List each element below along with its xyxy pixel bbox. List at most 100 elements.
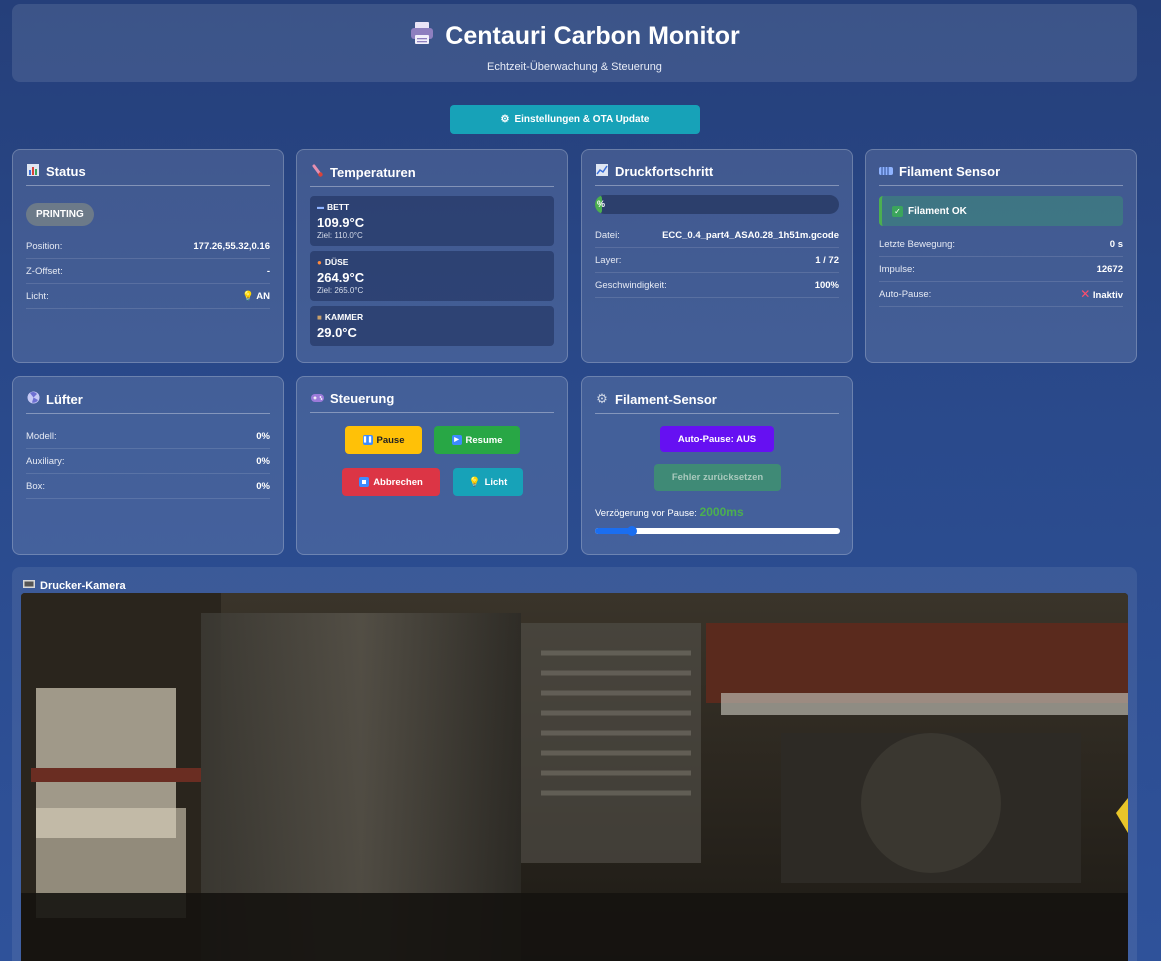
nozzle-temp-target: Ziel: 265.0°C bbox=[317, 286, 364, 295]
resume-label: Resume bbox=[465, 434, 503, 446]
temperatures-title: Temperaturen bbox=[330, 164, 416, 180]
row-label: Box: bbox=[26, 480, 46, 492]
progress-percent: % bbox=[597, 199, 606, 209]
box-fan-value: 0% bbox=[256, 480, 270, 492]
control-heading: Steuerung bbox=[310, 377, 554, 413]
position-value: 177.26,55.32,0.16 bbox=[193, 240, 270, 252]
status-title: Status bbox=[46, 164, 86, 179]
slider-thumb[interactable] bbox=[626, 526, 637, 536]
thermometer-icon bbox=[310, 164, 324, 180]
camera-heading: Drucker-Kamera bbox=[23, 579, 126, 592]
filament-settings-title: Filament-Sensor bbox=[615, 391, 717, 407]
delay-label: Verzögerung vor Pause: bbox=[595, 508, 697, 519]
row-label: Layer: bbox=[595, 254, 622, 266]
filament-row-movement: Letzte Bewegung: 0 s bbox=[879, 232, 1123, 257]
auto-pause-toggle[interactable]: Auto-Pause: AUS bbox=[660, 426, 774, 452]
temp-chamber: ■ KAMMER 29.0°C bbox=[310, 306, 554, 346]
flame-icon: ● bbox=[317, 257, 322, 267]
box-icon: ■ bbox=[317, 312, 322, 322]
temp-nozzle: ● DÜSE 264.9°C Ziel: 265.0°C bbox=[310, 251, 554, 301]
app-title: Centauri Carbon Monitor bbox=[445, 22, 740, 50]
fan-row-model: Modell: 0% bbox=[26, 424, 270, 449]
status-row-position: Position: 177.26,55.32,0.16 bbox=[26, 234, 270, 259]
progress-row-layer: Layer: 1 / 72 bbox=[595, 248, 839, 273]
file-value: ECC_0.4_part4_ASA0.28_1h51m.gcode bbox=[662, 229, 839, 241]
status-badge: PRINTING bbox=[26, 203, 94, 226]
pause-button[interactable]: ❚❚ Pause bbox=[345, 426, 422, 454]
bed-icon: ▬ bbox=[317, 203, 324, 211]
light-state: AN bbox=[256, 290, 270, 302]
pause-label: Pause bbox=[376, 434, 405, 446]
delay-label-row: Verzögerung vor Pause: 2000ms bbox=[595, 505, 744, 519]
filament-sensor-card: Filament Sensor ✓ Filament OK Letzte Bew… bbox=[865, 149, 1137, 363]
app-subtitle: Echtzeit-Überwachung & Steuerung bbox=[487, 61, 662, 73]
filament-sensor-heading: Filament Sensor bbox=[879, 150, 1123, 186]
row-label: Letzte Bewegung: bbox=[879, 238, 956, 250]
fans-heading: Lüfter bbox=[26, 377, 270, 414]
bed-label: BETT bbox=[327, 202, 350, 212]
progress-heading: Druckfortschritt bbox=[595, 150, 839, 186]
row-label: Datei: bbox=[595, 229, 620, 241]
filament-settings-heading: ⚙ Filament-Sensor bbox=[595, 377, 839, 414]
progress-bar: % bbox=[595, 195, 839, 214]
fan-row-auxiliary: Auxiliary: 0% bbox=[26, 449, 270, 474]
light-button[interactable]: 💡 Licht bbox=[453, 468, 523, 496]
delay-value: 2000ms bbox=[699, 505, 744, 519]
temp-bed: ▬ BETT 109.9°C Ziel: 110.0°C bbox=[310, 196, 554, 246]
bed-temp-value: 109.9°C bbox=[317, 215, 365, 230]
control-title: Steuerung bbox=[330, 391, 395, 406]
chart-icon bbox=[595, 164, 609, 179]
auxiliary-fan-value: 0% bbox=[256, 455, 270, 467]
reset-error-button[interactable]: Fehler zurücksetzen bbox=[654, 464, 781, 491]
page-title: Centauri Carbon Monitor bbox=[12, 21, 1137, 52]
fans-title: Lüfter bbox=[46, 391, 83, 407]
filament-status: ✓ Filament OK bbox=[879, 196, 1123, 226]
gear-icon: ⚙ bbox=[500, 114, 510, 125]
autopause-state: Inaktiv bbox=[1092, 290, 1123, 301]
filament-status-text: Filament OK bbox=[908, 205, 967, 217]
nozzle-label: DÜSE bbox=[324, 257, 349, 267]
row-label: Impulse: bbox=[879, 263, 915, 275]
zoffset-value: - bbox=[266, 265, 270, 277]
header: Centauri Carbon Monitor Echtzeit-Überwac… bbox=[12, 4, 1137, 82]
row-label: Z-Offset: bbox=[26, 265, 63, 277]
resume-button[interactable]: ▶ Resume bbox=[434, 426, 520, 454]
row-label: Modell: bbox=[26, 430, 57, 442]
check-icon: ✓ bbox=[892, 205, 903, 217]
gear-icon: ⚙ bbox=[596, 391, 608, 406]
cancel-button[interactable]: Abbrechen bbox=[342, 468, 440, 496]
layer-value: 1 / 72 bbox=[815, 254, 839, 266]
control-card: Steuerung ❚❚ Pause ▶ Resume Abbrechen 💡 … bbox=[296, 376, 568, 555]
filament-icon bbox=[879, 165, 893, 179]
camera-title: Drucker-Kamera bbox=[40, 579, 126, 592]
filament-settings-card: ⚙ Filament-Sensor Auto-Pause: AUS Fehler… bbox=[581, 376, 853, 555]
progress-row-file: Datei: ECC_0.4_part4_ASA0.28_1h51m.gcode bbox=[595, 223, 839, 248]
temperatures-heading: Temperaturen bbox=[310, 150, 554, 187]
settings-ota-button[interactable]: ⚙ Einstellungen & OTA Update bbox=[450, 105, 700, 134]
settings-ota-label: Einstellungen & OTA Update bbox=[514, 114, 650, 125]
filament-row-pulses: Impulse: 12672 bbox=[879, 257, 1123, 282]
temp-name: ● DÜSE bbox=[317, 257, 547, 267]
progress-row-speed: Geschwindigkeit: 100% bbox=[595, 273, 839, 298]
autopause-value: ✕ Inaktiv bbox=[1080, 287, 1123, 301]
camera-panel: Drucker-Kamera bbox=[12, 567, 1137, 961]
status-heading: Status bbox=[26, 150, 270, 186]
row-label: Geschwindigkeit: bbox=[595, 279, 667, 291]
model-fan-value: 0% bbox=[256, 430, 270, 442]
stop-icon bbox=[359, 477, 370, 487]
pause-icon: ❚❚ bbox=[362, 435, 373, 445]
camera-feed bbox=[21, 593, 1128, 961]
lightbulb-icon: 💡 bbox=[468, 476, 481, 488]
gamepad-icon bbox=[310, 392, 324, 406]
speed-value: 100% bbox=[814, 279, 839, 291]
status-row-zoffset: Z-Offset: - bbox=[26, 259, 270, 284]
delay-slider[interactable] bbox=[595, 526, 840, 536]
reset-error-label: Fehler zurücksetzen bbox=[671, 472, 764, 483]
progress-card: Druckfortschritt % Datei: ECC_0.4_part4_… bbox=[581, 149, 853, 363]
row-label: Position: bbox=[26, 240, 63, 252]
row-label: Licht: bbox=[26, 290, 49, 302]
row-label: Auto-Pause: bbox=[879, 288, 932, 300]
lightbulb-icon: 💡 bbox=[242, 290, 254, 302]
temp-name: ▬ BETT bbox=[317, 202, 547, 212]
fans-card: Lüfter Modell: 0% Auxiliary: 0% Box: 0% bbox=[12, 376, 284, 555]
